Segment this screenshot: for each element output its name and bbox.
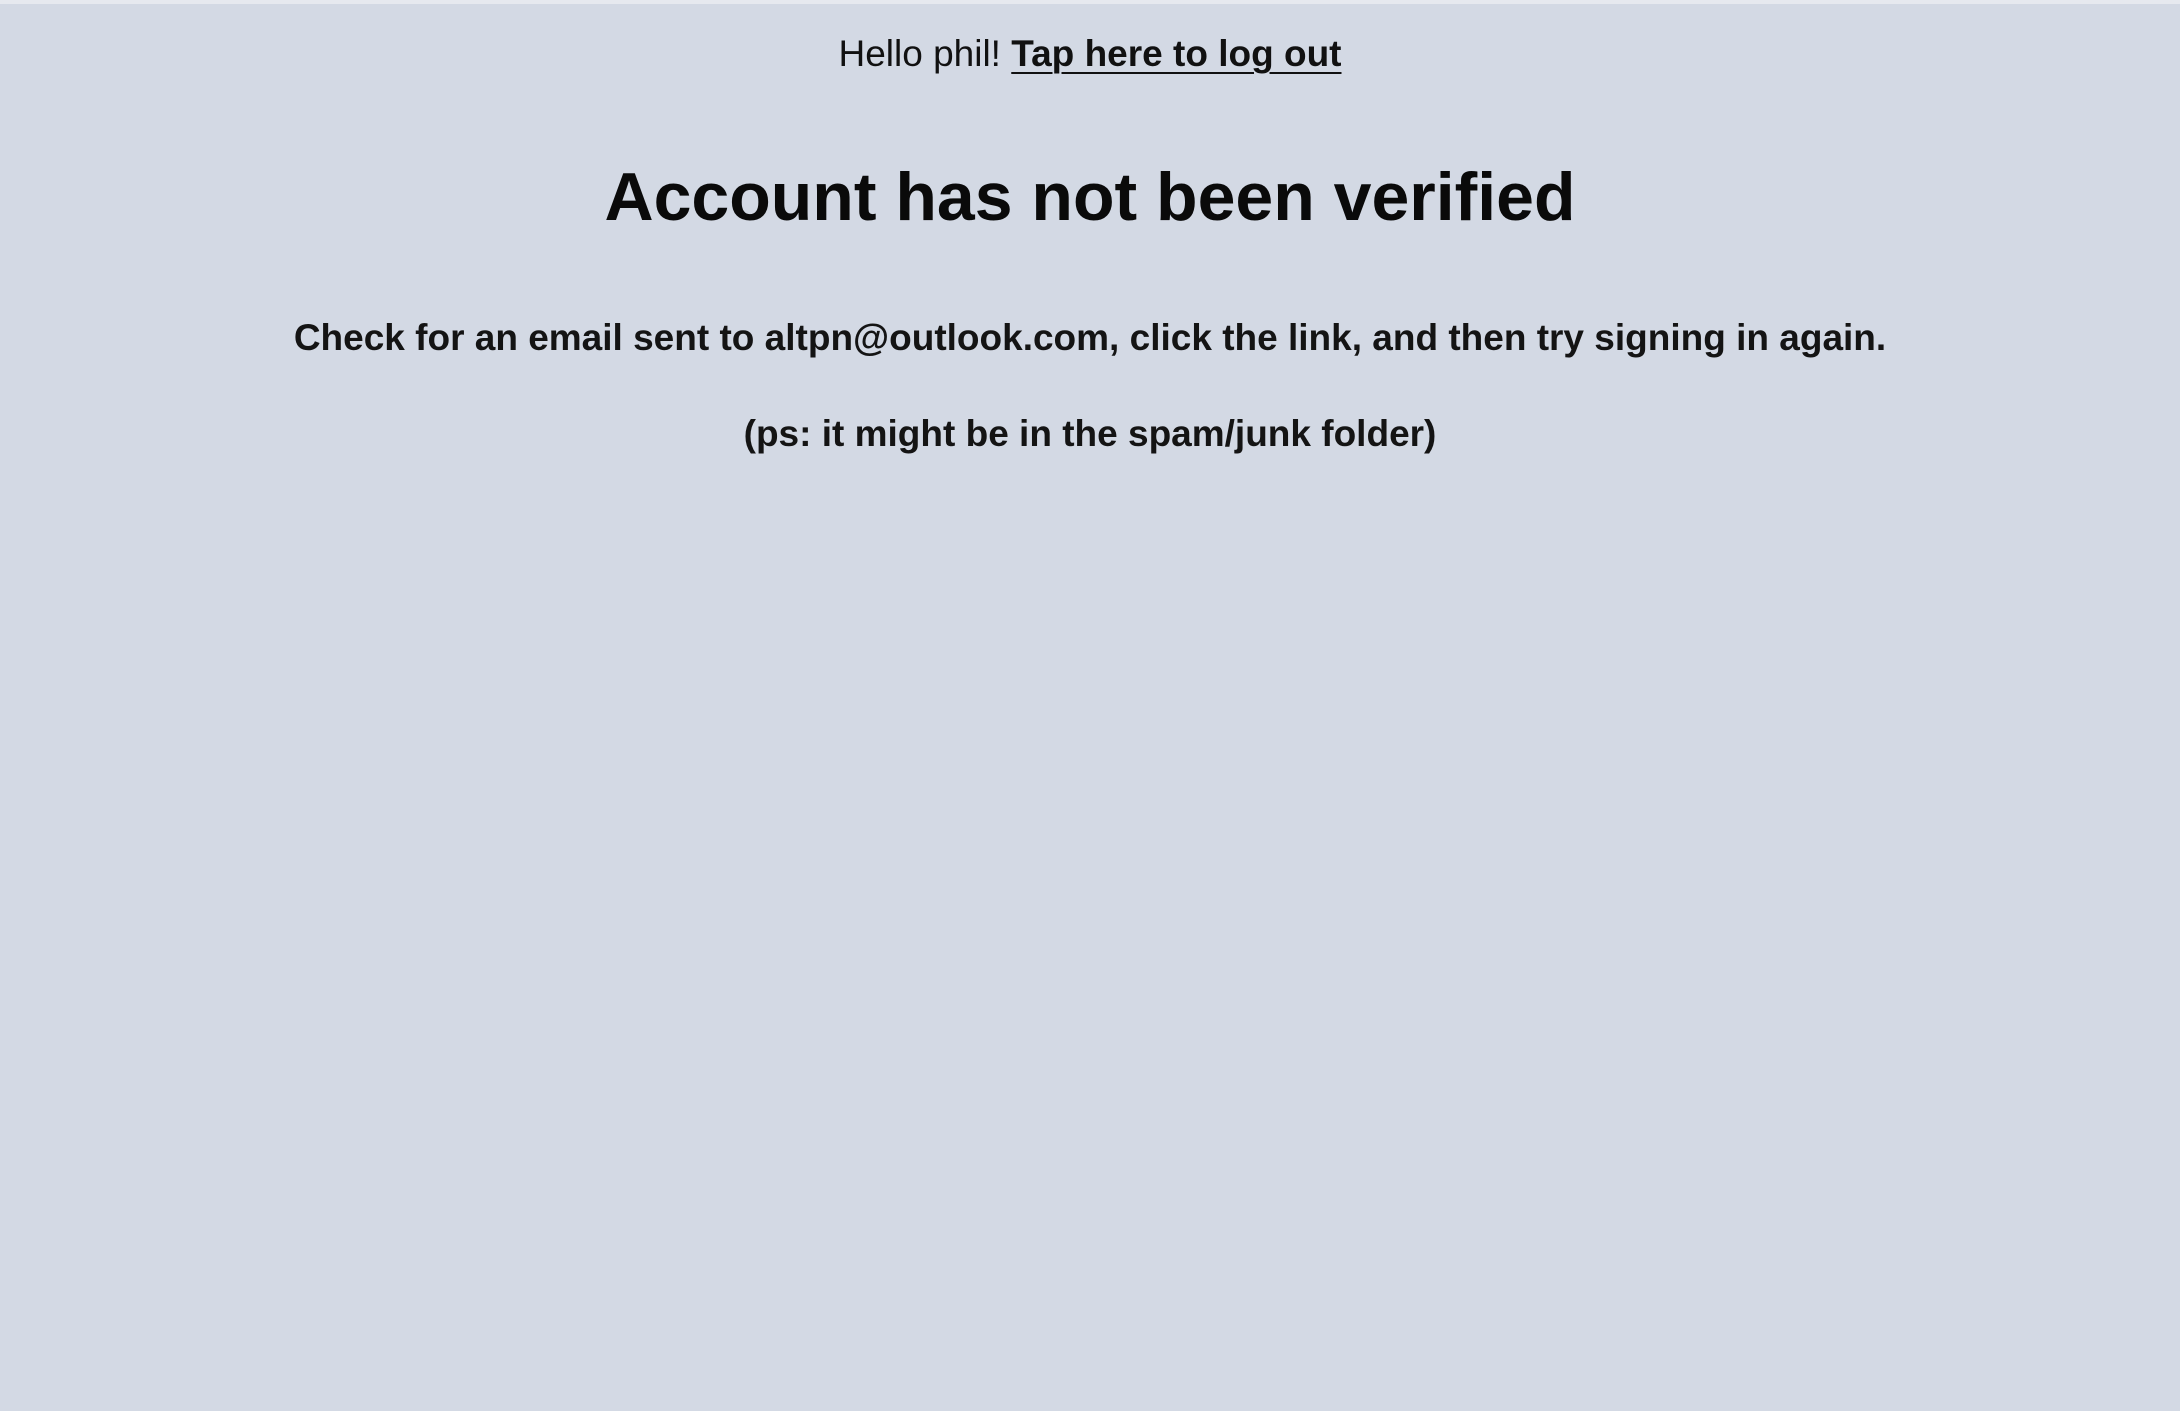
greeting-text: Hello phil! bbox=[838, 33, 1001, 74]
logout-link[interactable]: Tap here to log out bbox=[1011, 33, 1341, 74]
verification-message: Check for an email sent to altpn@outlook… bbox=[293, 317, 1887, 358]
spam-folder-note: (ps: it might be in the spam/junk folder… bbox=[743, 413, 1437, 454]
page-title: Account has not been verified bbox=[604, 159, 1576, 235]
header-greeting-bar: Hello phil! Tap here to log out bbox=[0, 28, 2180, 80]
verification-page: Hello phil! Tap here to log out Account … bbox=[0, 0, 2180, 1411]
